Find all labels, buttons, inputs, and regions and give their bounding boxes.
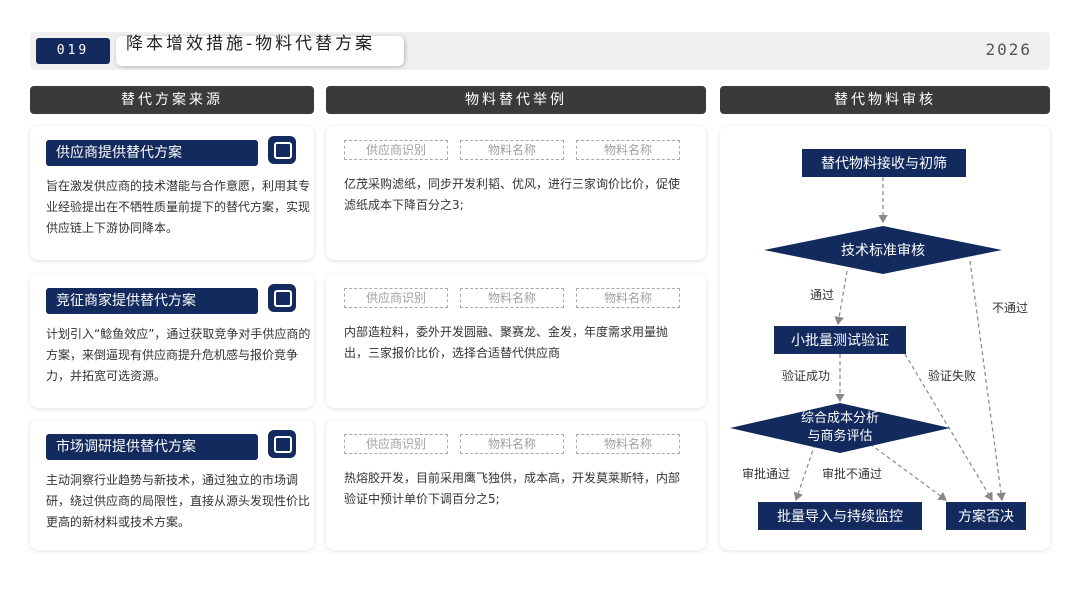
page-number: 019 (36, 38, 110, 64)
flow-label-pass: 通过 (810, 288, 834, 302)
tag-row: 供应商识别 物料名称 物料名称 (344, 434, 684, 454)
tag-row: 供应商识别 物料名称 物料名称 (344, 288, 684, 308)
chat-icon (268, 136, 296, 164)
source-title: 竞征商家提供替代方案 (46, 288, 258, 314)
page-title: 降本增效措施-物料代替方案 (126, 34, 376, 54)
source-description: 旨在激发供应商的技术潜能与合作意愿，利用其专业经验提出在不牺牲质量前提下的替代方… (46, 179, 311, 235)
example-card-3: 供应商识别 物料名称 物料名称 热熔胶开发，目前采用鹰飞独供，成本高，开发莫莱斯… (326, 420, 706, 550)
tag-material-name: 物料名称 (576, 140, 680, 160)
source-title: 供应商提供替代方案 (46, 140, 258, 166)
tag-supplier-id: 供应商识别 (344, 288, 448, 308)
tag-material-name: 物料名称 (576, 434, 680, 454)
chat-icon (268, 430, 296, 458)
flow-step-rollout-label: 批量导入与持续监控 (777, 508, 903, 525)
arrow-tech-to-test (834, 270, 848, 326)
chat-icon (268, 284, 296, 312)
tag-row: 供应商识别 物料名称 物料名称 (344, 140, 684, 160)
column-header-review: 替代物料审核 (720, 86, 1050, 114)
example-description: 内部造粒料，委外开发圆融、聚赛龙、金发，年度需求用量抛出，三家报价比价，选择合适… (344, 325, 669, 360)
tag-material-name: 物料名称 (576, 288, 680, 308)
flow-step-screening-label: 替代物料接收与初筛 (821, 155, 947, 172)
title-box: 降本增效措施-物料代替方案 (116, 36, 404, 66)
tag-material-name: 物料名称 (460, 288, 564, 308)
example-card-1: 供应商识别 物料名称 物料名称 亿茂采购滤纸，同步开发利韬、优风，进行三家询价比… (326, 126, 706, 260)
flow-decision-cost-label-1: 综合成本分析 (801, 411, 879, 426)
flow-step-test-label: 小批量测试验证 (791, 333, 889, 349)
source-card-market: 市场调研提供替代方案 主动洞察行业趋势与新技术，通过独立的市场调研，绕过供应商的… (30, 420, 314, 550)
flow-label-disapprove: 审批不通过 (822, 466, 882, 481)
tag-supplier-id: 供应商识别 (344, 140, 448, 160)
flow-decision-cost-label-2: 与商务评估 (807, 428, 872, 444)
source-description: 计划引入“鲶鱼效应”，通过获取竞争对手供应商的方案，来倒逼现有供应商提升危机感与… (46, 327, 311, 383)
example-card-2: 供应商识别 物料名称 物料名称 内部造粒料，委外开发圆融、聚赛龙、金发，年度需求… (326, 274, 706, 408)
flow-label-verify-fail: 验证失败 (928, 368, 976, 383)
column-header-sources: 替代方案来源 (30, 86, 314, 114)
source-card-supplier: 供应商提供替代方案 旨在激发供应商的技术潜能与合作意愿，利用其专业经验提出在不牺… (30, 126, 314, 260)
review-flowchart: 替代物料接收与初筛 技术标准审核 小批量测试验证 综合成本分析 与商务评估 批量… (730, 149, 1028, 530)
source-title: 市场调研提供替代方案 (46, 434, 258, 460)
source-card-competitor: 竞征商家提供替代方案 计划引入“鲶鱼效应”，通过获取竞争对手供应商的方案，来倒逼… (30, 274, 314, 408)
flow-step-reject-label: 方案否决 (958, 508, 1014, 525)
flow-label-fail: 不通过 (992, 301, 1028, 315)
source-description: 主动洞察行业趋势与新技术，通过独立的市场调研，绕过供应商的局限性，直接从源头发现… (46, 473, 311, 529)
flow-label-approve: 审批通过 (742, 466, 790, 481)
column-header-examples: 物料替代举例 (326, 86, 706, 114)
tag-material-name: 物料名称 (460, 434, 564, 454)
flow-decision-tech-label: 技术标准审核 (841, 243, 925, 259)
example-description: 热熔胶开发，目前采用鹰飞独供，成本高，开发莫莱斯特，内部验证中预计单价下调百分之… (344, 471, 681, 506)
tag-material-name: 物料名称 (460, 140, 564, 160)
example-description: 亿茂采购滤纸，同步开发利韬、优风，进行三家询价比价，促使滤纸成本下降百分之3; (344, 177, 681, 212)
year-label: 2026 (985, 40, 1032, 59)
tag-supplier-id: 供应商识别 (344, 434, 448, 454)
arrow-cost-to-rollout (793, 443, 816, 502)
flow-label-verify-ok: 验证成功 (782, 368, 830, 383)
